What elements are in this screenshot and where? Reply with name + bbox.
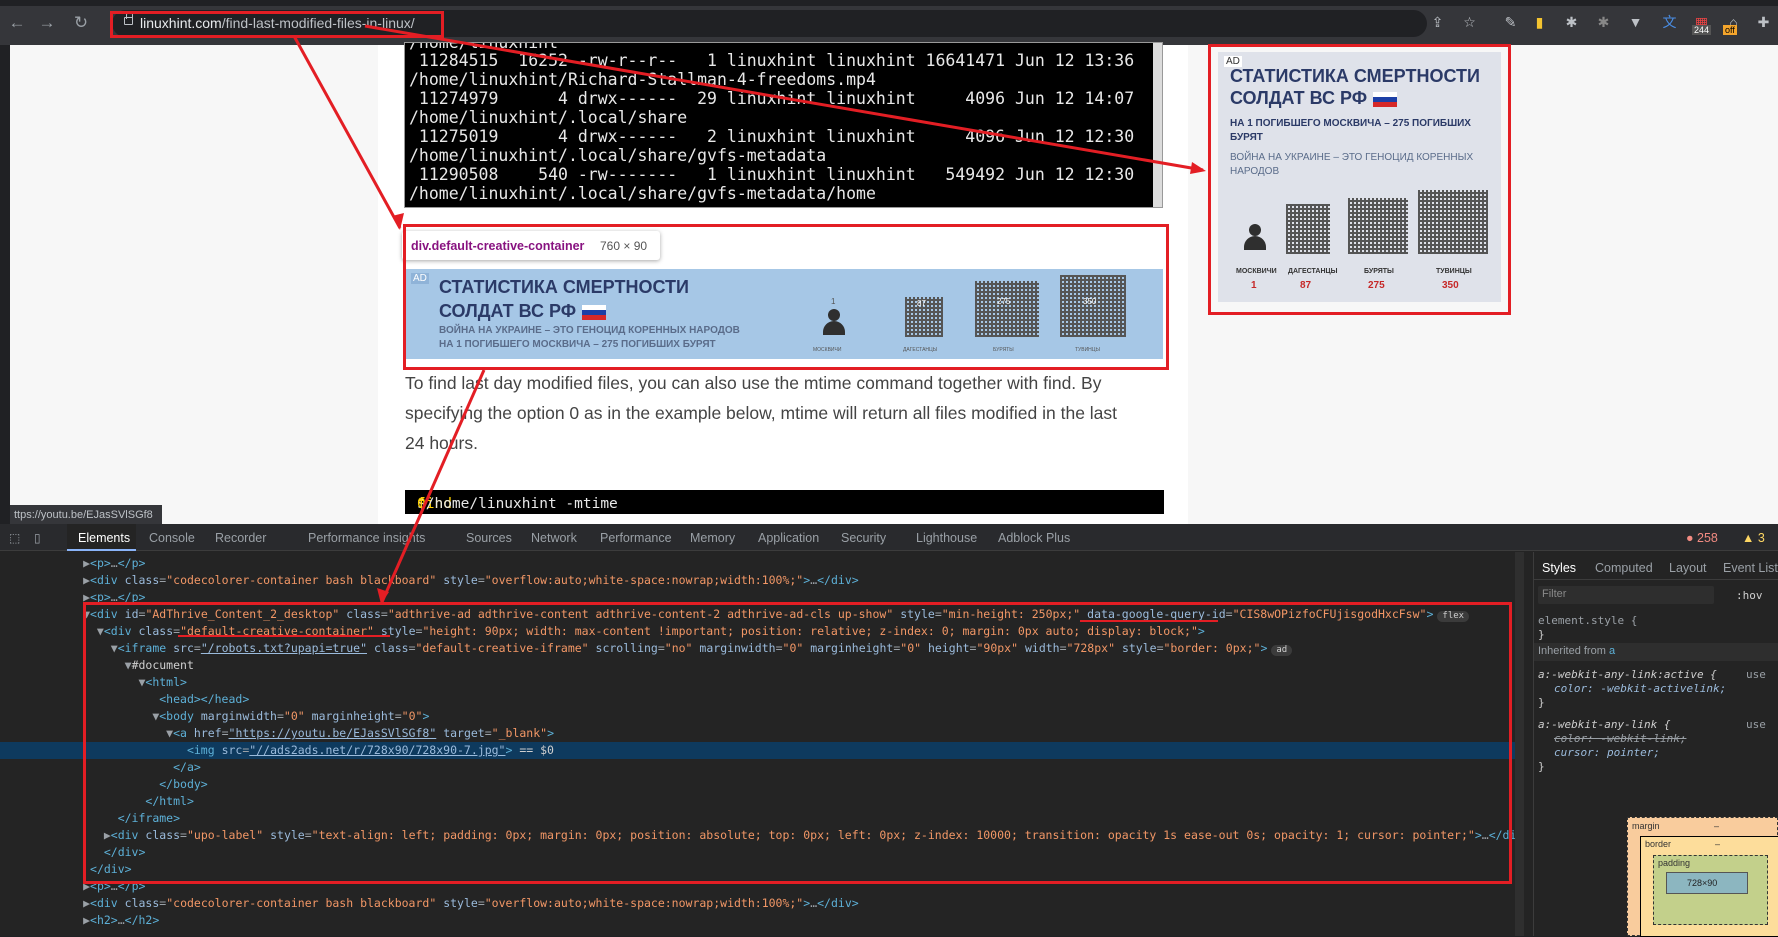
annotation-arrowhead	[1190, 162, 1206, 174]
annotation-arrow	[380, 369, 486, 603]
annotation-arrow	[292, 35, 402, 229]
annotation-arrows	[178, 24, 1218, 637]
annotation-arrow	[364, 24, 1204, 172]
